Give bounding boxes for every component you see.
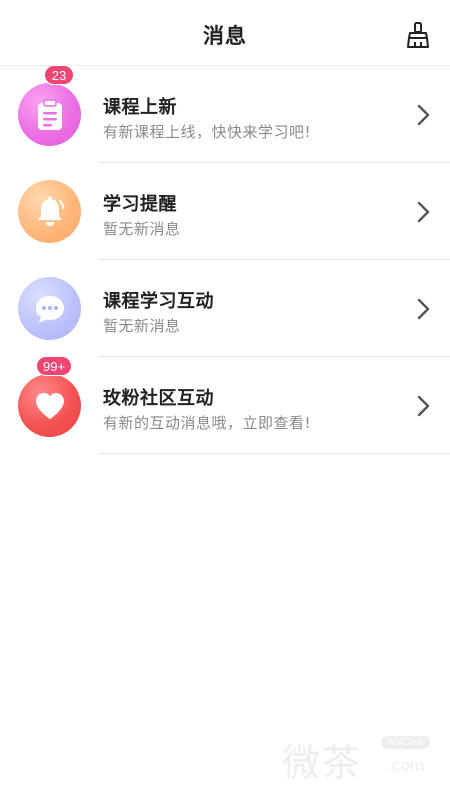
- chevron-right-icon: [417, 201, 430, 223]
- message-item-community-interaction[interactable]: 99+ 玫粉社区互动 有新的互动消息哦，立即查看!: [0, 356, 450, 454]
- study-reminder-avatar: [18, 180, 81, 243]
- clipboard-icon: [37, 98, 62, 130]
- clear-messages-button[interactable]: [404, 20, 432, 50]
- item-subtitle: 有新课程上线，快快来学习吧!: [103, 123, 312, 141]
- messages-page: 消息 23 课程上新 有新课程上线，快快来学习吧! 学习提醒 暂无新消息 课程学…: [0, 0, 450, 800]
- bell-icon: [37, 196, 64, 226]
- page-title: 消息: [203, 24, 247, 48]
- chevron-right-icon: [417, 298, 430, 320]
- watermark: 微茶 WXCHA .com: [282, 728, 432, 785]
- item-title: 课程学习互动: [103, 291, 214, 312]
- message-item-study-reminder[interactable]: 学习提醒 暂无新消息: [0, 163, 450, 260]
- community-interaction-avatar: [18, 374, 81, 437]
- item-title: 课程上新: [103, 97, 177, 118]
- course-interaction-avatar: [18, 277, 81, 340]
- chevron-right-icon: [417, 395, 430, 417]
- chevron-right-icon: [417, 104, 430, 126]
- unread-badge: 99+: [36, 356, 73, 376]
- unread-badge: 23: [44, 65, 74, 85]
- message-list: 23 课程上新 有新课程上线，快快来学习吧! 学习提醒 暂无新消息 课程学习互动…: [0, 65, 450, 454]
- item-title: 玫粉社区互动: [103, 388, 214, 409]
- watermark-tag: WXCHA: [380, 736, 430, 749]
- item-subtitle: 有新的互动消息哦，立即查看!: [103, 414, 312, 432]
- broom-icon: [407, 22, 429, 48]
- item-subtitle: 暂无新消息: [103, 220, 181, 238]
- item-subtitle: 暂无新消息: [103, 317, 181, 335]
- message-item-course-new[interactable]: 23 课程上新 有新课程上线，快快来学习吧!: [0, 65, 450, 163]
- message-item-course-interaction[interactable]: 课程学习互动 暂无新消息: [0, 260, 450, 357]
- course-new-avatar: [18, 83, 81, 146]
- header: 消息: [0, 0, 450, 66]
- watermark-suffix: .com: [387, 756, 424, 775]
- chat-bubble-icon: [35, 295, 64, 323]
- item-title: 学习提醒: [103, 194, 177, 215]
- heart-icon: [35, 392, 64, 419]
- watermark-text: 微茶: [282, 741, 363, 785]
- divider: [99, 453, 450, 454]
